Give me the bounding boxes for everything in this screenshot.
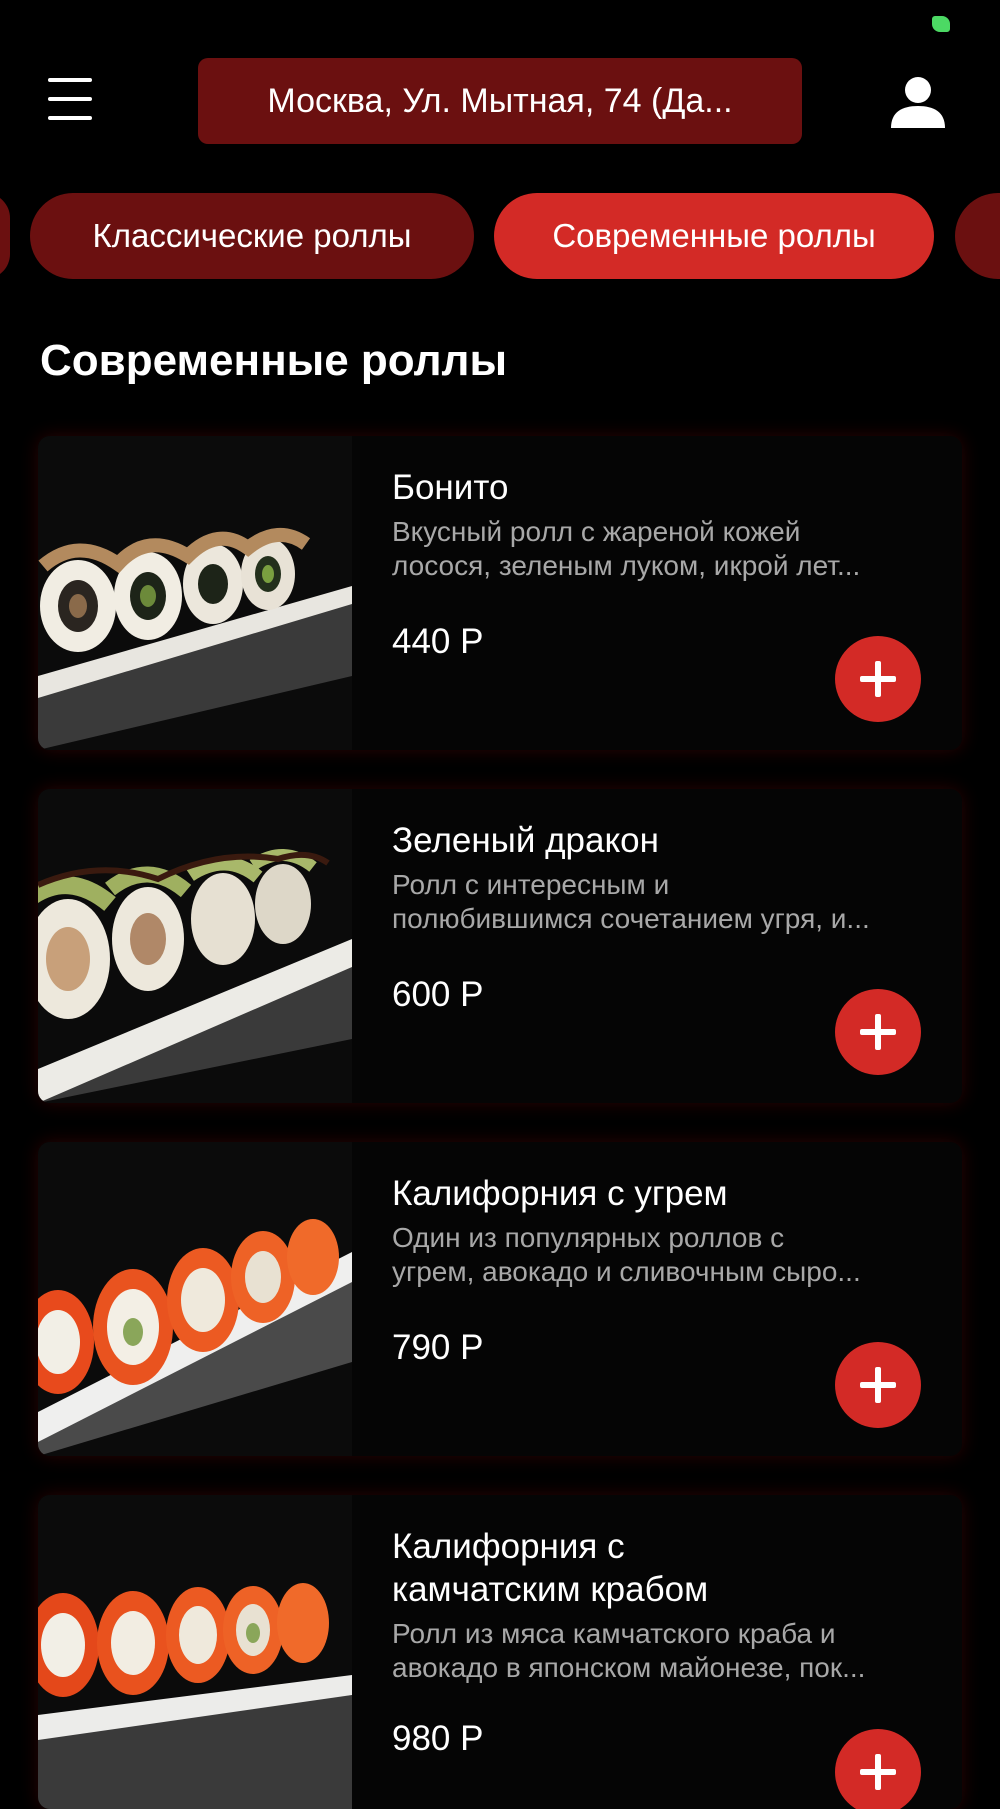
product-price: 980 Р [392, 1719, 484, 1758]
product-card[interactable]: Калифорния с камчатским крабом Ролл из м… [38, 1495, 962, 1809]
product-price: 790 Р [392, 1328, 484, 1367]
product-card[interactable]: Калифорния с угрем Один из популярных ро… [38, 1142, 962, 1456]
section-title: Современные роллы [40, 336, 508, 385]
product-image-california-eel [38, 1142, 352, 1456]
product-price: 600 Р [392, 975, 484, 1014]
product-image-green-dragon [38, 789, 352, 1103]
product-name: Бонито [392, 468, 509, 507]
product-description: Ролл из мяса камчатского краба и авокадо… [392, 1618, 866, 1683]
add-to-cart-button[interactable] [835, 636, 921, 722]
product-name: Калифорния с угрем [392, 1174, 728, 1213]
hamburger-menu-icon[interactable] [40, 72, 100, 126]
plus-icon [860, 1754, 896, 1790]
address-selector[interactable]: Москва, Ул. Мытная, 74 (Да... [198, 58, 802, 144]
product-description: Один из популярных роллов с угрем, авока… [392, 1222, 861, 1287]
category-tab-modern-rolls[interactable]: Современные роллы [494, 193, 934, 279]
top-bar: Москва, Ул. Мытная, 74 (Да... [0, 0, 1000, 160]
product-image-bonito [38, 436, 352, 750]
product-name: Зеленый дракон [392, 821, 659, 860]
product-card[interactable]: Бонито Вкусный ролл с жареной кожей лосо… [38, 436, 962, 750]
plus-icon [860, 661, 896, 697]
add-to-cart-button[interactable] [835, 1729, 921, 1809]
product-image-california-kamchatka-crab [38, 1495, 352, 1809]
plus-icon [860, 1014, 896, 1050]
product-card[interactable]: Зеленый дракон Ролл с интересным и полюб… [38, 789, 962, 1103]
product-description: Ролл с интересным и полюбившимся сочетан… [392, 869, 870, 934]
category-tabs: Классические роллы Современные роллы [0, 193, 1000, 281]
user-icon[interactable] [888, 74, 948, 130]
product-description: Вкусный ролл с жареной кожей лосося, зел… [392, 516, 861, 581]
category-tab-previous[interactable] [0, 193, 10, 279]
add-to-cart-button[interactable] [835, 989, 921, 1075]
category-tab-next[interactable] [955, 193, 1000, 279]
add-to-cart-button[interactable] [835, 1342, 921, 1428]
product-name: Калифорния с камчатским крабом [392, 1527, 709, 1609]
plus-icon [860, 1367, 896, 1403]
category-tab-classic-rolls[interactable]: Классические роллы [30, 193, 474, 279]
product-price: 440 Р [392, 622, 484, 661]
